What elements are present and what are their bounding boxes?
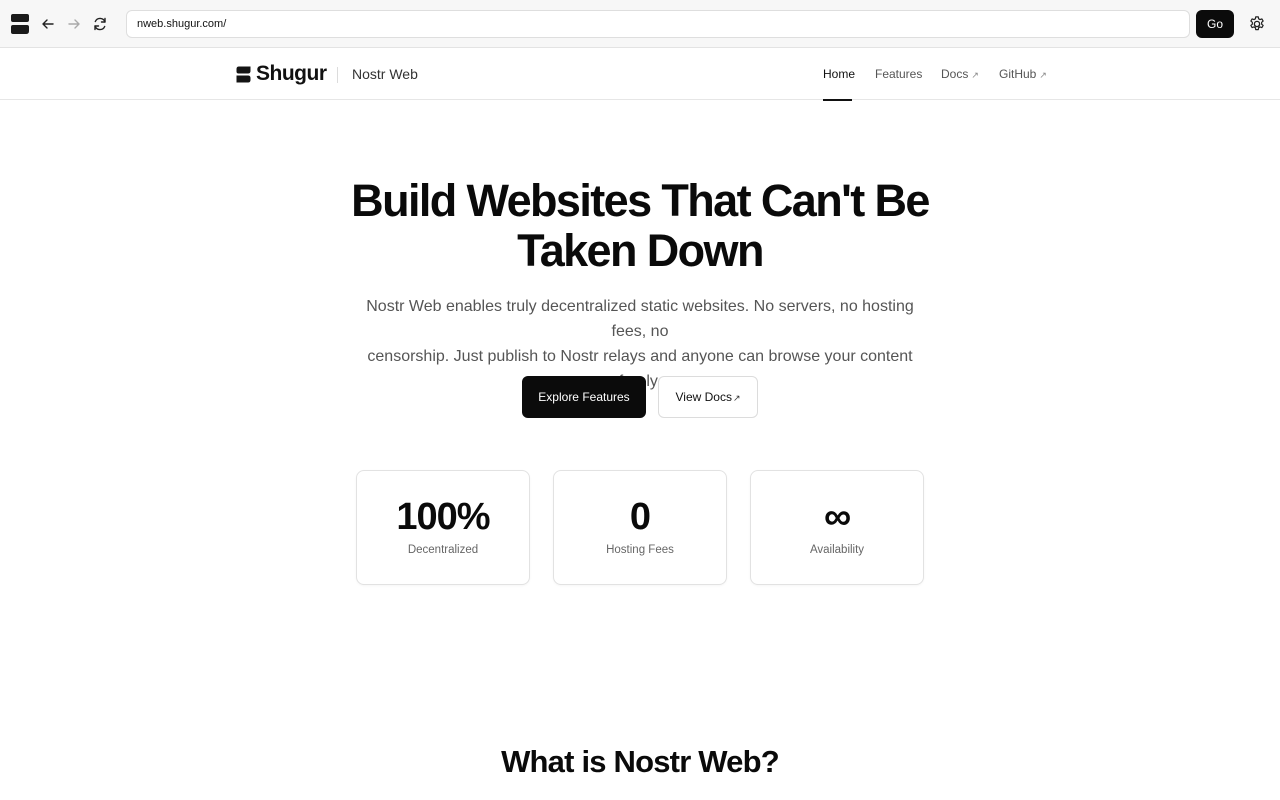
forward-button[interactable] bbox=[62, 12, 86, 36]
stat-card-hosting-fees: 0 Hosting Fees bbox=[553, 470, 727, 585]
external-link-icon: ↗ bbox=[971, 70, 979, 80]
view-docs-label: View Docs bbox=[675, 390, 732, 404]
app-logo-icon[interactable] bbox=[10, 13, 30, 35]
main-nav: Home Features Docs ↗ GitHub ↗ bbox=[0, 49, 1280, 101]
nav-link-features[interactable]: Features bbox=[875, 67, 922, 81]
reload-icon bbox=[94, 17, 106, 31]
site-header: Shugur Nostr Web Home Features Docs ↗ Git… bbox=[0, 49, 1280, 101]
gear-icon[interactable] bbox=[1248, 15, 1266, 33]
go-button[interactable]: Go bbox=[1196, 10, 1234, 38]
forward-arrow-icon bbox=[68, 19, 80, 29]
explore-features-button[interactable]: Explore Features bbox=[522, 376, 646, 418]
hero-title-line-1: Build Websites That Can't Be bbox=[351, 175, 930, 226]
stat-label: Hosting Fees bbox=[606, 544, 674, 556]
nav-link-home[interactable]: Home bbox=[823, 67, 855, 81]
browser-toolbar: Go bbox=[0, 0, 1280, 48]
hero-subtitle-line-1: Nostr Web enables truly decentralized st… bbox=[366, 298, 914, 340]
stat-value: ∞ bbox=[823, 496, 851, 538]
hero-title-line-2: Taken Down bbox=[517, 225, 764, 276]
nav-link-github[interactable]: GitHub ↗ bbox=[999, 67, 1047, 81]
active-nav-indicator bbox=[823, 99, 852, 101]
back-button[interactable] bbox=[36, 12, 60, 36]
nav-link-docs-label: Docs bbox=[941, 67, 969, 81]
external-link-icon: ↗ bbox=[732, 393, 741, 403]
nav-link-features-label: Features bbox=[875, 67, 923, 81]
stat-label: Availability bbox=[809, 544, 865, 556]
view-docs-button[interactable]: View Docs↗ bbox=[658, 376, 758, 418]
stat-value: 0 bbox=[629, 496, 651, 538]
stat-card-availability: ∞ Availability bbox=[750, 470, 924, 585]
back-arrow-icon bbox=[42, 19, 54, 29]
stat-value: 100% bbox=[396, 496, 490, 538]
stat-card-decentralized: 100% Decentralized bbox=[356, 470, 530, 585]
hero-title: Build Websites That Can't Be Taken Down bbox=[340, 176, 940, 276]
url-input[interactable] bbox=[126, 10, 1190, 38]
nav-link-home-label: Home bbox=[823, 67, 856, 81]
stat-label: Decentralized bbox=[407, 544, 479, 556]
reload-button[interactable] bbox=[88, 12, 112, 36]
section-title: What is Nostr Web? bbox=[501, 744, 780, 779]
nav-link-github-label: GitHub bbox=[999, 67, 1037, 81]
external-link-icon: ↗ bbox=[1039, 70, 1047, 80]
nav-link-docs[interactable]: Docs ↗ bbox=[941, 67, 979, 81]
